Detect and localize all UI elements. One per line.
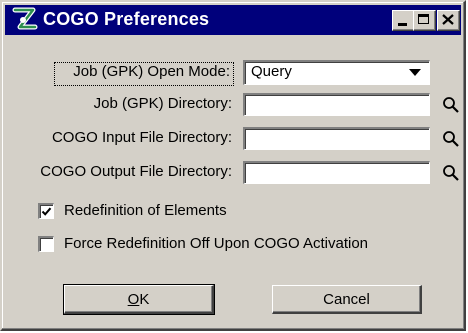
open-mode-label: Job (GPK) Open Mode: xyxy=(73,63,230,80)
job-directory-label: Job (GPK) Directory: xyxy=(93,95,232,112)
cancel-button[interactable]: Cancel xyxy=(272,285,422,314)
force-redefinition-off-label[interactable]: Force Redefinition Off Upon COGO Activat… xyxy=(64,235,368,252)
force-redefinition-off-checkbox[interactable] xyxy=(38,236,54,252)
microstation-icon xyxy=(12,7,38,30)
ok-button[interactable]: OK xyxy=(63,284,215,315)
open-mode-value: Query xyxy=(251,63,292,80)
redefinition-label[interactable]: Redefinition of Elements xyxy=(64,202,227,219)
input-directory-label: COGO Input File Directory: xyxy=(51,129,232,146)
minimize-icon[interactable] xyxy=(392,10,415,31)
search-icon[interactable] xyxy=(442,130,460,148)
output-directory-label: COGO Output File Directory: xyxy=(40,163,232,180)
ok-button-label: OK xyxy=(127,291,150,308)
cancel-button-label: Cancel xyxy=(323,291,370,308)
job-directory-field[interactable] xyxy=(243,93,430,116)
search-icon[interactable] xyxy=(442,96,460,114)
job-directory-input[interactable] xyxy=(247,96,427,114)
search-icon[interactable] xyxy=(442,164,460,182)
window-title: COGO Preferences xyxy=(43,9,210,29)
chevron-down-icon[interactable] xyxy=(409,69,421,76)
open-mode-select[interactable]: Query xyxy=(243,60,430,85)
checkmark-icon xyxy=(41,207,52,216)
output-directory-input[interactable] xyxy=(247,164,427,182)
redefinition-checkbox[interactable] xyxy=(38,203,54,219)
close-icon[interactable] xyxy=(437,10,460,31)
input-directory-input[interactable] xyxy=(247,130,427,148)
output-directory-field[interactable] xyxy=(243,161,430,184)
maximize-icon[interactable] xyxy=(413,10,436,31)
input-directory-field[interactable] xyxy=(243,127,430,150)
cogo-preferences-dialog: COGO Preferences Job (GPK) Open Mode: Qu… xyxy=(0,0,466,331)
title-bar[interactable]: COGO Preferences xyxy=(5,5,461,35)
